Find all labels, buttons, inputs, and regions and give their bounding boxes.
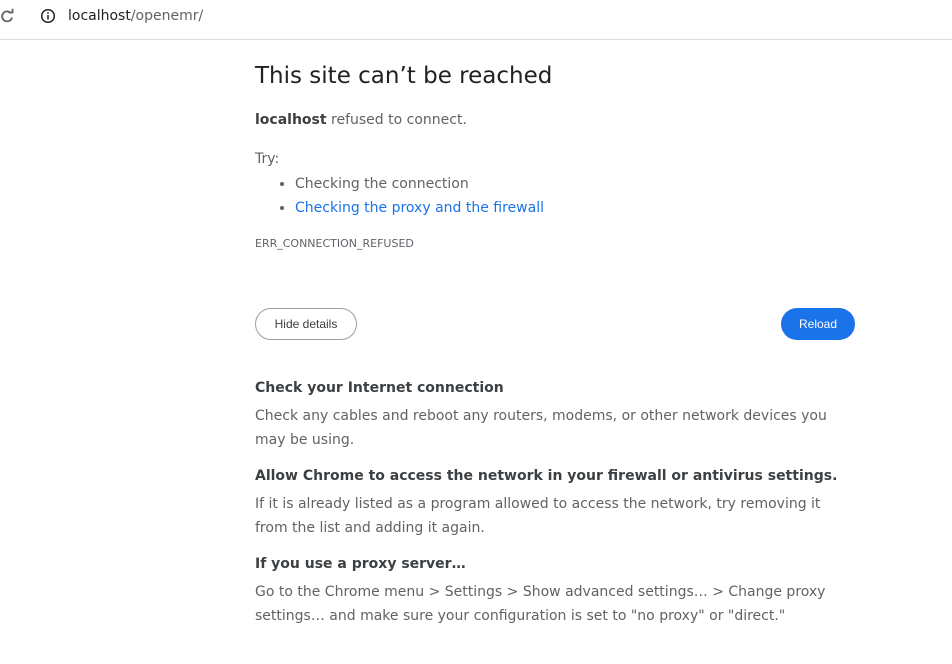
url-path: /openemr/ bbox=[130, 8, 204, 24]
detail-block: Allow Chrome to access the network in yo… bbox=[255, 466, 855, 540]
detail-heading: If you use a proxy server… bbox=[255, 556, 466, 572]
suggestion-check-connection: Checking the connection bbox=[295, 176, 469, 192]
url-host: localhost bbox=[68, 8, 131, 24]
hide-details-button[interactable]: Hide details bbox=[255, 308, 357, 340]
detail-block: Check your Internet connection Check any… bbox=[255, 378, 855, 452]
error-summary-text: refused to connect. bbox=[326, 112, 467, 128]
detail-body: Go to the Chrome menu > Settings > Show … bbox=[255, 584, 826, 624]
site-info-icon[interactable] bbox=[40, 8, 56, 24]
suggestion-item: Checking the proxy and the firewall bbox=[295, 196, 544, 220]
error-host: localhost bbox=[255, 112, 327, 128]
try-label: Try: bbox=[255, 151, 280, 167]
detail-block: If you use a proxy server… Go to the Chr… bbox=[255, 554, 855, 628]
address-bar[interactable]: localhost/openemr/ bbox=[68, 7, 203, 25]
suggestion-item: Checking the connection bbox=[295, 172, 544, 196]
suggestion-proxy-firewall-link[interactable]: Checking the proxy and the firewall bbox=[295, 200, 544, 216]
reload-button[interactable]: Reload bbox=[781, 308, 855, 340]
error-summary: localhost refused to connect. bbox=[255, 110, 467, 130]
browser-toolbar: localhost/openemr/ bbox=[0, 0, 952, 40]
detail-heading: Check your Internet connection bbox=[255, 380, 504, 396]
error-code: ERR_CONNECTION_REFUSED bbox=[255, 237, 414, 250]
page-title: This site can’t be reached bbox=[255, 63, 553, 89]
reload-icon[interactable] bbox=[0, 8, 14, 24]
detail-body: If it is already listed as a program all… bbox=[255, 496, 821, 536]
details-section: Check your Internet connection Check any… bbox=[255, 378, 855, 642]
suggestions-list: Checking the connection Checking the pro… bbox=[255, 172, 544, 220]
detail-body: Check any cables and reboot any routers,… bbox=[255, 408, 827, 448]
detail-heading: Allow Chrome to access the network in yo… bbox=[255, 468, 838, 484]
